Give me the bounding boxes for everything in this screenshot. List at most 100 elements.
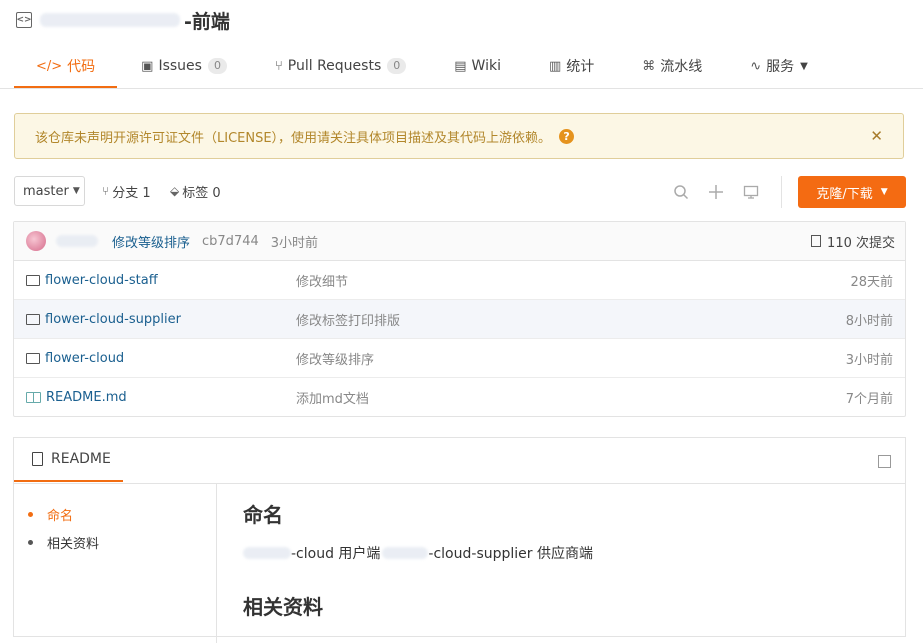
branch-icon: ⑂ (102, 184, 110, 198)
file-table: 修改等级排序 cb7d744 3小时前 110 次提交 flower-cloud… (13, 221, 906, 417)
commit-message[interactable]: 修改等级排序 (112, 232, 190, 251)
issues-icon: ▣ (141, 58, 154, 74)
folder-icon (26, 274, 40, 286)
readme-file-icon (26, 391, 41, 403)
avatar[interactable] (26, 231, 46, 251)
table-row[interactable]: flower-cloud-staff 修改细节 28天前 (14, 261, 905, 300)
folder-icon (26, 352, 40, 364)
pull-request-icon: ⑂ (274, 58, 283, 74)
readme-panel: README 命名 相关资料 命名 -cloud 用户端 -cloud-supp… (13, 437, 906, 643)
code-repo-icon: <> (16, 12, 32, 28)
readme-header: README (14, 438, 905, 484)
issues-count-badge: 0 (207, 58, 227, 74)
tab-pull-requests-label: Pull Requests (287, 58, 382, 74)
caret-down-icon: ▼ (72, 186, 80, 196)
toc-item-label: 命名 (47, 509, 74, 524)
table-row[interactable]: README.md 添加md文档 7个月前 (14, 378, 905, 416)
branches-link[interactable]: ⑂ 分支 1 (102, 176, 151, 206)
file-name-link[interactable]: flower-cloud-supplier (26, 312, 181, 327)
help-icon[interactable]: ? (559, 128, 575, 144)
readme-paragraph-part2: -cloud-supplier 供应商端 (428, 546, 593, 562)
readme-heading-resources: 相关资料 (243, 595, 323, 619)
readme-paragraph: -cloud 用户端 -cloud-supplier 供应商端 (243, 543, 593, 563)
file-name: flower-cloud (45, 350, 125, 366)
branch-select-label: master (23, 183, 69, 199)
code-icon: </> (36, 58, 63, 74)
bullet-icon (28, 540, 33, 545)
redacted-text (382, 547, 429, 559)
repo-toolbar: master ▼ ⑂ 分支 1 ⬙ 标签 0 克隆/下载 ▼ (14, 176, 906, 208)
file-commit-message[interactable]: 修改等级排序 (296, 349, 374, 368)
commits-icon (811, 235, 822, 247)
tags-label: 标签 0 (182, 185, 221, 201)
readme-tab[interactable]: README (14, 438, 123, 482)
redacted-author (56, 235, 98, 247)
file-commit-message[interactable]: 修改标签打印排版 (296, 310, 400, 329)
table-row[interactable]: flower-cloud 修改等级排序 3小时前 (14, 339, 905, 378)
tab-pipeline-label: 流水线 (660, 59, 703, 75)
tab-pipeline[interactable]: ⌘ 流水线 (618, 46, 726, 86)
commit-count-link[interactable]: 110 次提交 (811, 232, 895, 251)
tab-wiki[interactable]: ▤ Wiki (430, 46, 525, 86)
toolbar-divider (781, 176, 782, 208)
commit-count-label: 110 次提交 (827, 235, 895, 251)
commit-time: 3小时前 (270, 235, 319, 251)
file-commit-time: 28天前 (850, 274, 893, 290)
readme-heading-naming: 命名 (243, 503, 283, 527)
tags-link[interactable]: ⬙ 标签 0 (170, 176, 221, 206)
file-commit-time: 3小时前 (845, 352, 893, 368)
tab-code-label: 代码 (67, 59, 96, 75)
tab-code[interactable]: </> 代码 (14, 46, 118, 88)
caret-down-icon: ▼ (800, 60, 808, 72)
file-name-link[interactable]: flower-cloud-staff (26, 273, 158, 288)
toc-item-label: 相关资料 (47, 537, 100, 552)
edit-icon[interactable] (878, 455, 891, 468)
tag-icon: ⬙ (170, 184, 180, 198)
file-name: flower-cloud-supplier (45, 311, 181, 327)
redacted-text (243, 547, 291, 559)
close-icon[interactable]: ✕ (870, 127, 883, 145)
toc-item-resources[interactable]: 相关资料 (28, 533, 99, 552)
folder-icon (26, 313, 40, 325)
file-commit-message[interactable]: 添加md文档 (296, 388, 369, 407)
search-icon[interactable] (671, 182, 691, 202)
readme-tab-label: README (51, 451, 111, 467)
file-name-link[interactable]: flower-cloud (26, 351, 124, 366)
clone-download-button[interactable]: 克隆/下载 ▼ (798, 176, 906, 208)
pull-requests-count-badge: 0 (387, 58, 407, 74)
tab-service[interactable]: ∿ 服务 ▼ (726, 46, 832, 86)
plus-icon[interactable] (706, 182, 726, 202)
wiki-icon: ▤ (454, 58, 467, 74)
commit-hash[interactable]: cb7d744 (202, 234, 259, 249)
file-name: flower-cloud-staff (45, 272, 158, 288)
tab-stats[interactable]: ▥ 统计 (525, 46, 618, 86)
clone-download-label: 克隆/下载 (816, 186, 873, 202)
file-commit-message[interactable]: 修改细节 (296, 271, 348, 290)
repo-title: <> -前端 (16, 7, 230, 34)
redacted-repo-name (40, 13, 180, 27)
license-notice: 该仓库未声明开源许可证文件（LICENSE），使用请关注具体项目描述及其代码上游… (14, 113, 904, 159)
document-icon (32, 452, 43, 466)
service-icon: ∿ (750, 58, 762, 74)
pipeline-icon: ⌘ (642, 58, 656, 74)
bullet-icon (28, 512, 33, 517)
web-ide-icon[interactable] (741, 182, 761, 202)
table-row[interactable]: flower-cloud-supplier 修改标签打印排版 8小时前 (14, 300, 905, 339)
repo-tabs: </> 代码 ▣ Issues 0 ⑂ Pull Requests 0 ▤ Wi… (14, 46, 832, 88)
tab-issues-label: Issues (158, 58, 202, 74)
chart-icon: ▥ (548, 58, 562, 74)
file-name: README.md (46, 389, 127, 405)
tab-wiki-label: Wiki (471, 58, 501, 74)
latest-commit-row: 修改等级排序 cb7d744 3小时前 110 次提交 (14, 222, 905, 261)
readme-toc: 命名 相关资料 (14, 483, 217, 643)
tab-pull-requests[interactable]: ⑂ Pull Requests 0 (251, 46, 430, 86)
toc-item-naming[interactable]: 命名 (28, 505, 73, 524)
file-name-link[interactable]: README.md (26, 390, 127, 405)
tab-stats-label: 统计 (566, 59, 595, 75)
notice-text: 该仓库未声明开源许可证文件（LICENSE），使用请关注具体项目描述及其代码上游… (35, 130, 552, 146)
tab-issues[interactable]: ▣ Issues 0 (117, 46, 251, 86)
branch-select[interactable]: master ▼ (14, 176, 85, 206)
readme-paragraph-part1: -cloud 用户端 (291, 546, 381, 562)
repo-title-text[interactable]: -前端 (184, 7, 230, 34)
file-commit-time: 7个月前 (845, 391, 893, 407)
